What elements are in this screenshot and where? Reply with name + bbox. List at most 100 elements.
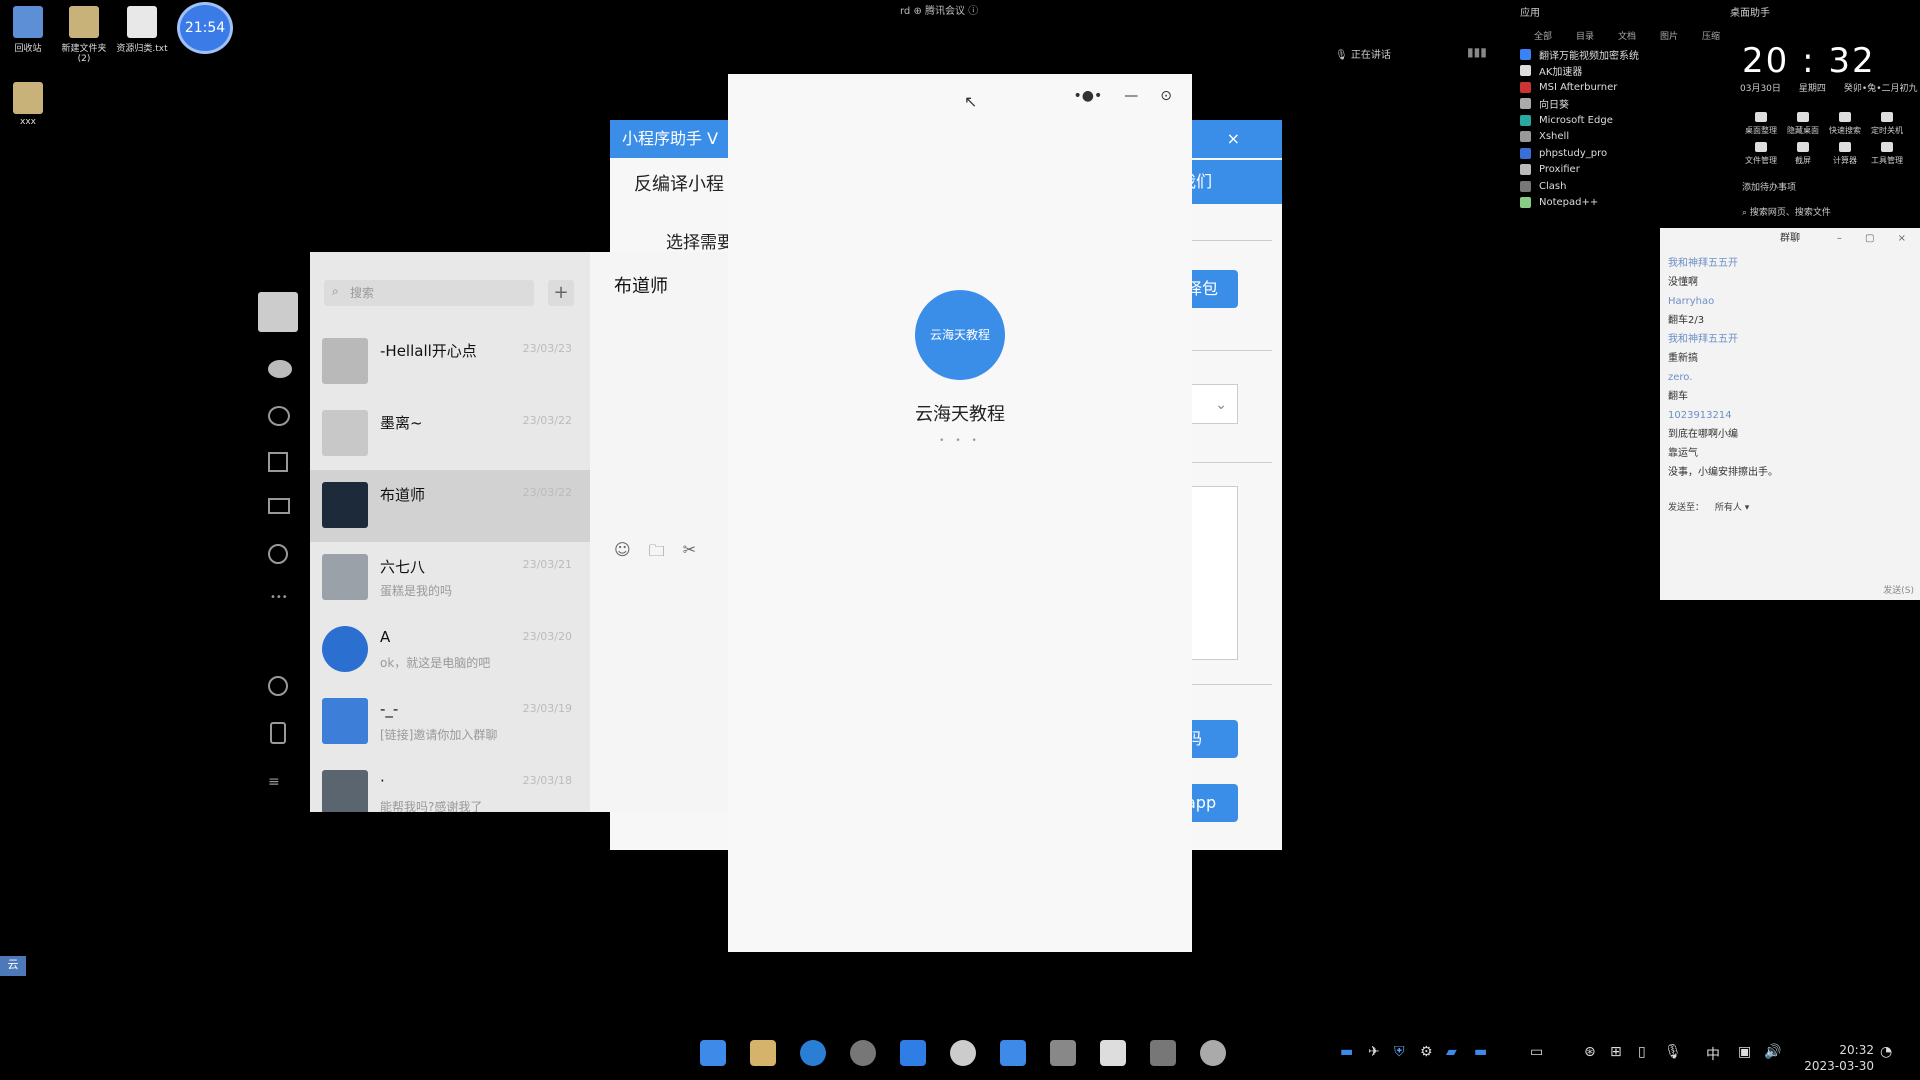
message-sender: Harryhao — [1668, 296, 1715, 307]
chat-icon[interactable] — [268, 360, 292, 378]
tray-icon[interactable]: ▰ — [1446, 1044, 1457, 1060]
usb-icon[interactable]: ▯ — [1638, 1044, 1646, 1060]
assistant-search[interactable]: ⌕ 搜索网页、搜索文件 — [1742, 205, 1920, 218]
tray-icon[interactable]: ▬ — [1340, 1044, 1353, 1060]
gear-icon[interactable]: ⚙ — [1420, 1044, 1433, 1060]
app-icon — [1520, 147, 1531, 159]
todo-tip[interactable]: 添加待办事项 — [1742, 180, 1920, 193]
avatar[interactable] — [258, 292, 298, 332]
box-icon[interactable] — [268, 452, 288, 472]
windows-icon[interactable]: ⊞ — [1610, 1044, 1622, 1060]
folder-icon[interactable] — [268, 498, 290, 514]
speaking-status: 🎙 正在讲话 — [1335, 50, 1391, 61]
start-icon[interactable] — [700, 1040, 726, 1066]
display-icon[interactable]: ▣ — [1738, 1044, 1751, 1060]
action-timed-shutdown[interactable]: 定时关机 — [1866, 112, 1908, 136]
desktop-assistant-panel: 桌面助手 20 : 32 03月30日 星期四 癸卯•兔•二月初九 桌面整理 隐… — [1730, 4, 1920, 224]
close-circle-icon[interactable]: ⊙ — [1160, 88, 1172, 104]
app-item[interactable]: 翻译万能视频加密系统 — [1520, 46, 1720, 63]
app-icon[interactable] — [1100, 1040, 1126, 1066]
mic-icon[interactable]: 🎙 — [1664, 1044, 1682, 1060]
list-item[interactable]: -Hellall开心点 23/03/23 — [310, 326, 590, 398]
network-icon[interactable]: ⊛ — [1584, 1044, 1596, 1060]
moments-icon[interactable] — [268, 544, 288, 564]
app-item[interactable]: Notepad++ — [1520, 195, 1720, 212]
action-file-manager[interactable]: 文件管理 — [1740, 142, 1782, 166]
app-item[interactable]: AK加速器 — [1520, 63, 1720, 80]
list-item[interactable]: A ok，就这是电脑的吧 23/03/20 — [310, 614, 590, 686]
left-edge-tag[interactable]: 云 — [0, 956, 26, 976]
list-item[interactable]: 墨离~ 23/03/22 — [310, 398, 590, 470]
wechat-icon[interactable] — [950, 1040, 976, 1066]
shield-icon[interactable]: ⛨ — [1394, 1044, 1405, 1060]
app-item[interactable]: MSI Afterburner — [1520, 79, 1720, 96]
send-to-row[interactable]: 发送至： 所有人 ▾ — [1668, 500, 1749, 513]
app-item[interactable]: 向日葵 — [1520, 96, 1720, 113]
tray-icon[interactable]: ▬ — [1474, 1044, 1487, 1060]
action-hide-desktop[interactable]: 隐藏桌面 — [1782, 112, 1824, 136]
action-calculator[interactable]: 计算器 — [1824, 142, 1866, 166]
app-icon — [1520, 164, 1531, 176]
apps-tab-dir[interactable]: 目录 — [1576, 29, 1594, 42]
monitor-icon[interactable]: ▭ — [1530, 1044, 1543, 1060]
signal-indicator: ▮▮▮ — [1467, 45, 1487, 59]
wechat-icon[interactable] — [1200, 1040, 1226, 1066]
clock-date-row: 03月30日 星期四 癸卯•兔•二月初九 — [1740, 84, 1918, 94]
desktop-icon-text-file[interactable]: 资源归类.txt — [110, 6, 174, 54]
more-icon[interactable]: ••• — [270, 592, 288, 603]
add-button[interactable]: + — [548, 280, 574, 306]
chevron-down-icon: ⌄ — [1215, 397, 1227, 413]
list-item[interactable]: · 能帮我吗?感谢我了 23/03/18 — [310, 758, 590, 812]
app-icon[interactable] — [1050, 1040, 1076, 1066]
app-item[interactable]: Xshell — [1520, 129, 1720, 146]
search-input[interactable]: 搜索 — [324, 280, 534, 306]
chrome-icon[interactable] — [850, 1040, 876, 1066]
edge-icon[interactable] — [800, 1040, 826, 1066]
phone-icon[interactable] — [270, 722, 286, 744]
apps-tab-archives[interactable]: 压缩 — [1702, 29, 1720, 42]
apps-tab-all[interactable]: 全部 — [1534, 29, 1552, 42]
list-item[interactable]: 布道师 23/03/22 — [310, 470, 590, 542]
menu-icon[interactable]: ≡ — [268, 774, 280, 790]
window-controls[interactable]: – ▢ × — [1837, 228, 1916, 250]
desktop-icon-folder-xxx[interactable]: xxx — [0, 82, 60, 127]
list-item[interactable]: -_- [链接]邀请你加入群聊 23/03/19 — [310, 686, 590, 758]
app-item[interactable]: Proxifier — [1520, 162, 1720, 179]
app-icon[interactable] — [900, 1040, 926, 1066]
volume-icon[interactable]: 🔊 — [1764, 1044, 1781, 1060]
contacts-icon[interactable] — [268, 406, 290, 426]
notification-icon[interactable]: ◔ — [1880, 1044, 1892, 1060]
app-item[interactable]: Clash — [1520, 178, 1720, 195]
list-item[interactable]: 六七八 蛋糕是我的吗 23/03/21 — [310, 542, 590, 614]
avatar — [322, 338, 368, 384]
meeting-indicator[interactable]: rd ⊕ 腾讯会议 ⓘ — [900, 2, 978, 17]
file-explorer-icon[interactable] — [750, 1040, 776, 1066]
minimize-icon[interactable]: — — [1124, 88, 1138, 104]
more-icon[interactable]: •●• — [1074, 88, 1103, 104]
desktop-icon-recycle-bin[interactable]: 回收站 — [0, 6, 60, 54]
app-item[interactable]: phpstudy_pro — [1520, 145, 1720, 162]
plus-icon — [1881, 142, 1893, 152]
app-icon — [1520, 48, 1531, 60]
tray-icon[interactable]: ✈ — [1368, 1044, 1380, 1060]
emoji-icon[interactable]: ☺ — [614, 540, 631, 567]
action-quick-search[interactable]: 快速搜索 — [1824, 112, 1866, 136]
action-screenshot[interactable]: 截屏 — [1782, 142, 1824, 166]
ime-indicator[interactable]: 中 — [1706, 1044, 1720, 1064]
desktop-icon-new-folder[interactable]: 新建文件夹 (2) — [52, 6, 116, 64]
scissors-icon[interactable]: ✂ — [683, 540, 696, 567]
miniprogram-icon[interactable] — [268, 676, 288, 696]
apps-tab-docs[interactable]: 文档 — [1618, 29, 1636, 42]
send-button[interactable]: 发送(S) — [1883, 583, 1914, 596]
action-tool-manager[interactable]: 工具管理 — [1866, 142, 1908, 166]
app-icon[interactable] — [1000, 1040, 1026, 1066]
app-icon[interactable] — [1150, 1040, 1176, 1066]
action-tidy-desktop[interactable]: 桌面整理 — [1740, 112, 1782, 136]
folder-icon[interactable]: 🗀 — [649, 540, 665, 567]
group-chat-window: 群聊 – ▢ × 我和神拜五五开 没懂啊 Harryhao 翻车2/3 我和神拜… — [1660, 228, 1920, 600]
taskbar-clock[interactable]: 20:32 2023-03-30 — [1804, 1042, 1874, 1074]
apps-tab-images[interactable]: 图片 — [1660, 29, 1678, 42]
chat-toolbar: ☺ 🗀 ✂ — [614, 540, 696, 567]
app-item[interactable]: Microsoft Edge — [1520, 112, 1720, 129]
floating-clock-bubble[interactable]: 21:54 — [177, 2, 233, 54]
